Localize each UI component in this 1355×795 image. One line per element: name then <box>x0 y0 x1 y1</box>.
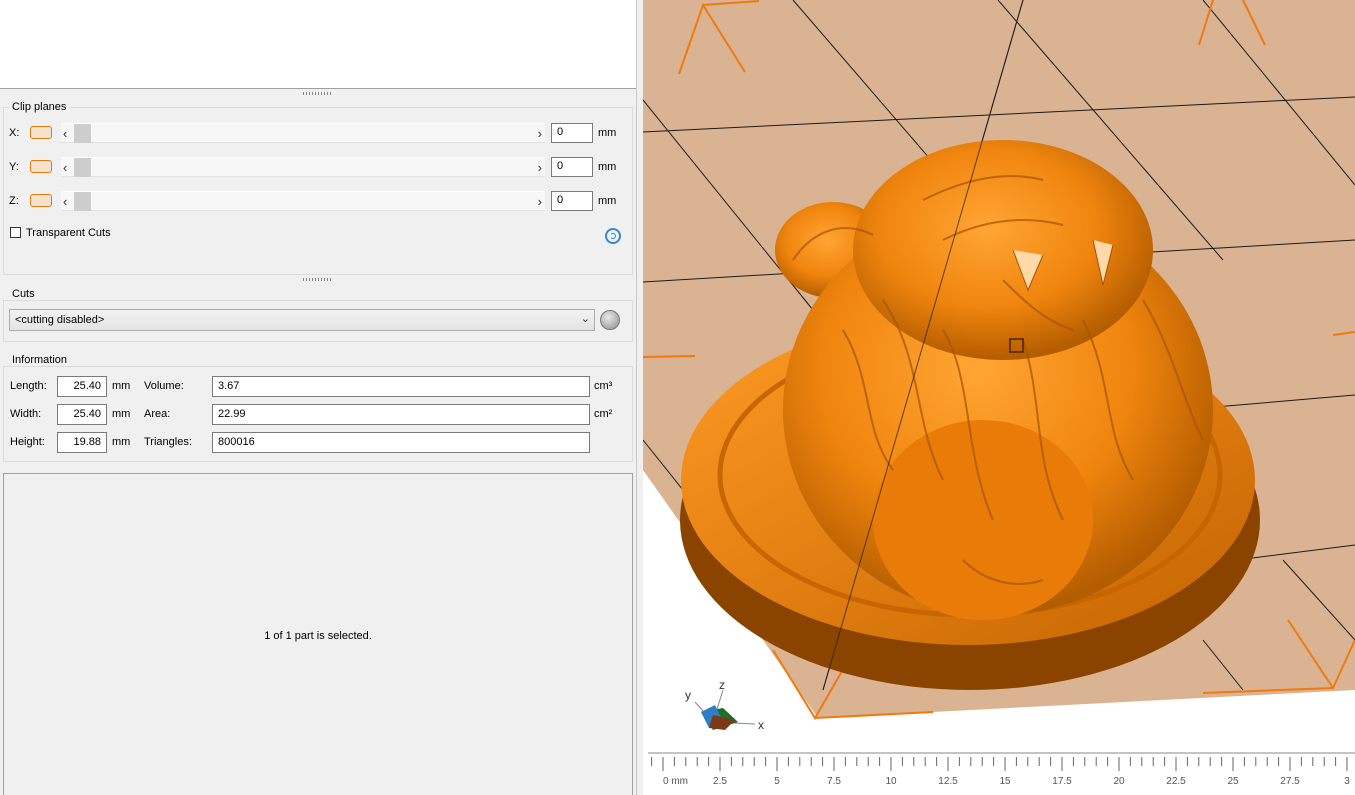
width-label: Width: <box>10 408 42 420</box>
height-unit: mm <box>112 436 131 448</box>
length-field: 25.40 <box>57 376 107 397</box>
ruler-label: 7.5 <box>827 776 841 787</box>
clip-planes-title: Clip planes <box>9 101 70 113</box>
slider-left-arrow-icon[interactable]: ‹ <box>63 159 67 177</box>
slider-right-arrow-icon[interactable]: › <box>538 193 542 211</box>
area-field: 22.99 <box>212 404 590 425</box>
ruler-label: 27.5 <box>1280 776 1300 787</box>
length-unit: mm <box>112 380 131 392</box>
clip-z-input[interactable]: 0 <box>551 191 593 211</box>
cuts-dropdown[interactable]: <cutting disabled> ⌄ <box>9 309 595 331</box>
area-label: Area: <box>144 408 171 420</box>
height-label: Height: <box>10 436 45 448</box>
selection-status: 1 of 1 part is selected. <box>264 630 372 642</box>
unit-label: mm <box>598 127 617 139</box>
volume-label: Volume: <box>144 380 184 392</box>
axis-gizmo: x y z <box>685 678 764 732</box>
splitter-grip[interactable] <box>303 278 333 281</box>
information-title: Information <box>9 354 71 366</box>
top-blank-area <box>0 0 637 89</box>
volume-field: 3.67 <box>212 376 590 397</box>
ruler-label: 17.5 <box>1052 776 1072 787</box>
cuts-title: Cuts <box>9 288 38 300</box>
ruler-label: 10 <box>885 776 897 787</box>
axis-label-y: Y: <box>9 161 19 173</box>
slider-thumb[interactable] <box>74 158 91 177</box>
clip-color-x-button[interactable] <box>30 126 52 139</box>
height-field: 19.88 <box>57 432 107 453</box>
clip-y-input[interactable]: 0 <box>551 157 593 177</box>
ruler-label: 15 <box>999 776 1011 787</box>
clip-color-y-button[interactable] <box>30 160 52 173</box>
viewport-canvas[interactable]: x y z 0 mm 2.5 5 7.5 10 12.5 15 17.5 20 22.5 25 27… <box>643 0 1355 795</box>
unit-label: mm <box>598 161 617 173</box>
cut-tool-icon[interactable] <box>600 310 620 330</box>
clip-slider-x[interactable]: ‹ › <box>61 123 545 143</box>
slider-left-arrow-icon[interactable]: ‹ <box>63 193 67 211</box>
ruler-label: 12.5 <box>938 776 958 787</box>
slider-thumb[interactable] <box>74 124 91 143</box>
triangles-label: Triangles: <box>144 436 192 448</box>
reset-clip-icon[interactable] <box>605 228 621 244</box>
width-field: 25.40 <box>57 404 107 425</box>
clip-row-y: Y: ‹ › 0 mm <box>9 157 619 179</box>
transparent-cuts-checkbox[interactable] <box>10 227 21 238</box>
clip-row-x: X: ‹ › 0 mm <box>9 123 619 145</box>
unit-label: mm <box>598 195 617 207</box>
ruler-label: 25 <box>1227 776 1239 787</box>
clip-x-input[interactable]: 0 <box>551 123 593 143</box>
3d-viewport[interactable]: x y z 0 mm 2.5 5 7.5 10 12.5 15 17.5 20 22.5 25 27… <box>643 0 1355 795</box>
ruler-label: 5 <box>774 776 780 787</box>
clip-slider-z[interactable]: ‹ › <box>61 191 545 211</box>
axis-y-label: y <box>685 688 691 702</box>
axis-label-z: Z: <box>9 195 19 207</box>
cuts-dropdown-value: <cutting disabled> <box>15 314 105 326</box>
slider-right-arrow-icon[interactable]: › <box>538 159 542 177</box>
ruler-origin-label: 0 mm <box>663 776 688 787</box>
measurement-ruler: 0 mm 2.5 5 7.5 10 12.5 15 17.5 20 22.5 25 27.5 3 <box>648 752 1355 787</box>
left-panel: Clip planes X: ‹ › 0 mm Y: ‹ › 0 mm Z: ‹… <box>0 0 640 795</box>
axis-z-label: z <box>719 678 725 692</box>
volume-unit: cm³ <box>594 380 613 392</box>
triangles-field: 800016 <box>212 432 590 453</box>
ruler-label: 2.5 <box>713 776 727 787</box>
axis-label-x: X: <box>9 127 20 139</box>
clip-row-z: Z: ‹ › 0 mm <box>9 191 619 213</box>
slider-right-arrow-icon[interactable]: › <box>538 125 542 143</box>
ruler-label: 20 <box>1113 776 1125 787</box>
axis-x-label: x <box>758 718 764 732</box>
clip-color-z-button[interactable] <box>30 194 52 207</box>
ruler-label: 3 <box>1344 776 1350 787</box>
splitter-grip[interactable] <box>303 92 333 95</box>
slider-thumb[interactable] <box>74 192 91 211</box>
slider-left-arrow-icon[interactable]: ‹ <box>63 125 67 143</box>
selection-panel: 1 of 1 part is selected. <box>3 473 633 795</box>
ruler-label: 22.5 <box>1166 776 1186 787</box>
width-unit: mm <box>112 408 131 420</box>
transparent-cuts-label: Transparent Cuts <box>26 227 111 239</box>
length-label: Length: <box>10 380 47 392</box>
area-unit: cm² <box>594 408 613 420</box>
clip-slider-y[interactable]: ‹ › <box>61 157 545 177</box>
chevron-down-icon: ⌄ <box>580 313 590 325</box>
